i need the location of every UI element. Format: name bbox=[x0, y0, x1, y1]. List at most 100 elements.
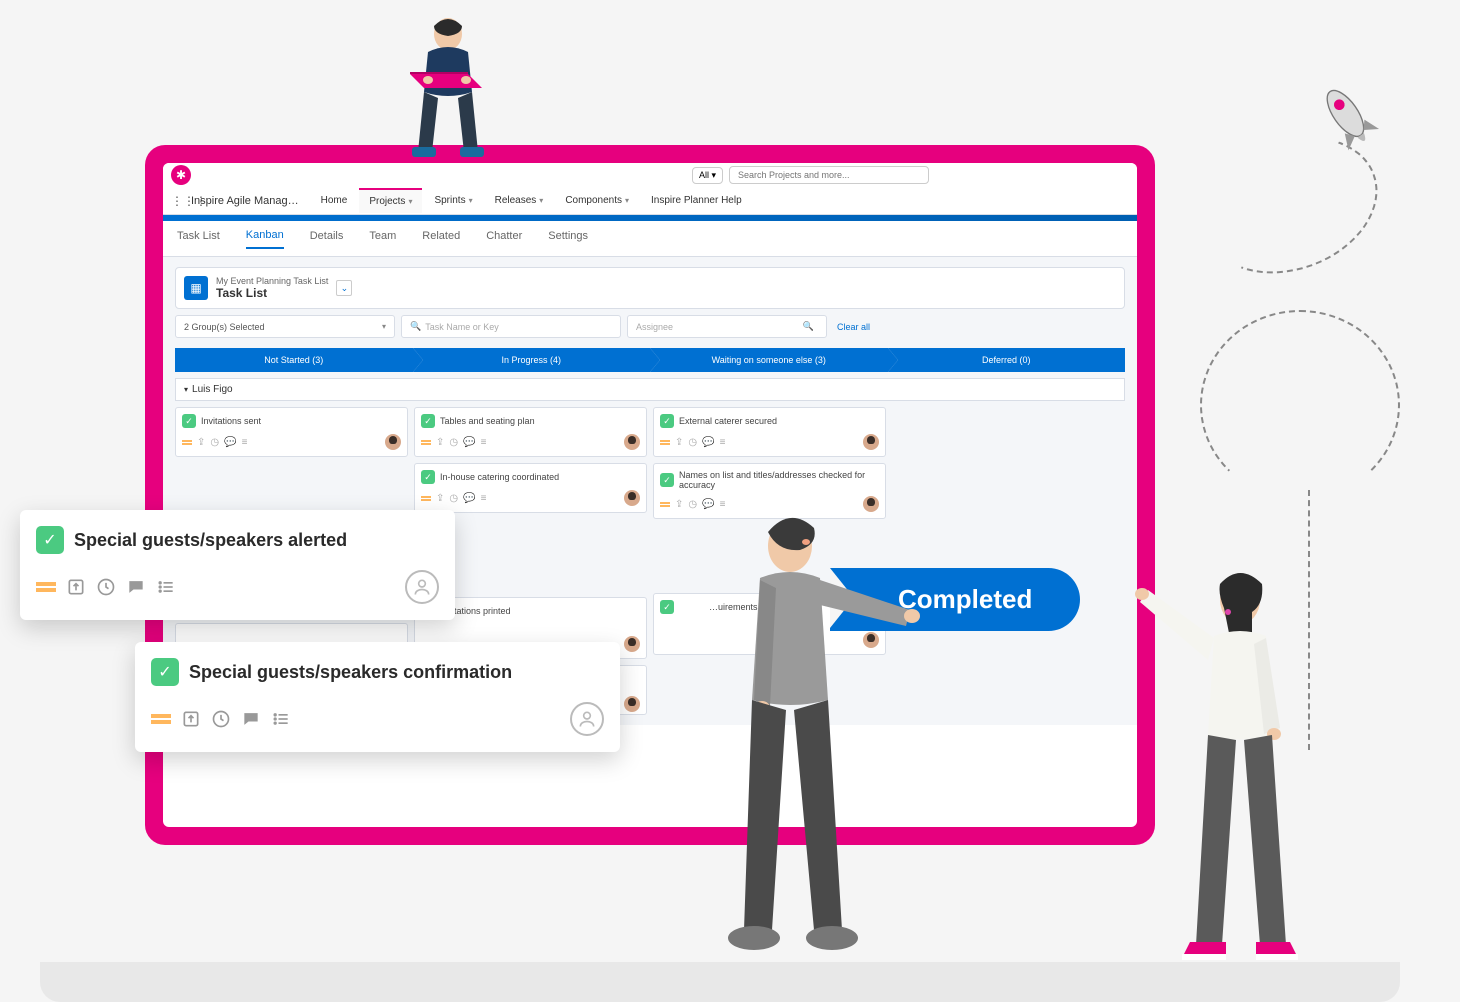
chevron-down-icon: ▾ bbox=[184, 385, 188, 394]
tab-team[interactable]: Team bbox=[369, 230, 396, 248]
avatar bbox=[624, 434, 640, 450]
tab-settings[interactable]: Settings bbox=[548, 230, 588, 248]
trail-lower bbox=[1200, 310, 1400, 500]
brand-bar: ✱ All ▾ bbox=[163, 163, 1137, 187]
priority-icon bbox=[660, 440, 670, 445]
card-title: External caterer secured bbox=[679, 416, 777, 426]
clock-icon: ◷ bbox=[210, 437, 219, 448]
upload-icon: ⇪ bbox=[197, 437, 205, 448]
group-filter-dropdown[interactable]: 2 Group(s) Selected▾ bbox=[175, 315, 395, 338]
card-popout-2[interactable]: ✓ Special guests/speakers confirmation bbox=[135, 642, 620, 752]
card-title: Invitations sent bbox=[201, 416, 261, 426]
card-popout-1[interactable]: ✓Special guests/speakers alerted bbox=[20, 510, 455, 620]
app-name: Inspire Agile Manag… bbox=[191, 195, 299, 207]
filter-row: 2 Group(s) Selected▾ 🔍Task Name or Key A… bbox=[175, 315, 1125, 338]
person-illustration-right bbox=[1130, 560, 1310, 970]
tasklist-title: Task List bbox=[216, 286, 328, 300]
status-not-started[interactable]: Not Started (3) bbox=[175, 348, 413, 372]
nav-help[interactable]: Inspire Planner Help bbox=[641, 189, 752, 212]
clock-icon bbox=[211, 709, 231, 729]
tab-task-list[interactable]: Task List bbox=[177, 230, 220, 248]
kanban-card[interactable]: ✓External caterer secured ⇪◷💬≡ bbox=[653, 407, 886, 457]
avatar-placeholder-icon bbox=[405, 570, 439, 604]
global-search-input[interactable] bbox=[729, 166, 929, 184]
tab-chatter[interactable]: Chatter bbox=[486, 230, 522, 248]
list-icon: ≡ bbox=[481, 437, 487, 448]
check-icon: ✓ bbox=[36, 526, 64, 554]
upload-icon: ⇪ bbox=[436, 493, 444, 504]
check-icon: ✓ bbox=[182, 414, 196, 428]
search-icon: 🔍 bbox=[410, 321, 421, 332]
clock-icon: ◷ bbox=[449, 437, 458, 448]
kanban-card[interactable]: ✓Tables and seating plan ⇪◷💬≡ bbox=[414, 407, 647, 457]
card-title: In-house catering coordinated bbox=[440, 472, 559, 482]
app-nav: ⋮⋮⋮ Inspire Agile Manag… Home Projects▾ … bbox=[163, 187, 1137, 215]
avatar bbox=[863, 434, 879, 450]
person-illustration-top bbox=[380, 12, 510, 162]
card-title: Names on list and titles/addresses check… bbox=[679, 470, 879, 490]
popout-title: Special guests/speakers confirmation bbox=[189, 662, 512, 683]
status-deferred[interactable]: Deferred (0) bbox=[888, 348, 1126, 372]
chat-icon bbox=[241, 709, 261, 729]
task-search-input[interactable]: 🔍Task Name or Key bbox=[401, 315, 621, 338]
tab-related[interactable]: Related bbox=[422, 230, 460, 248]
brand-logo-icon: ✱ bbox=[171, 165, 191, 185]
avatar bbox=[624, 636, 640, 652]
avatar bbox=[624, 696, 640, 712]
upload-icon: ⇪ bbox=[675, 437, 683, 448]
upload-icon bbox=[66, 577, 86, 597]
clear-all-link[interactable]: Clear all bbox=[837, 322, 870, 332]
chat-icon bbox=[126, 577, 146, 597]
rocket-icon bbox=[1310, 80, 1390, 160]
check-icon: ✓ bbox=[660, 414, 674, 428]
avatar bbox=[385, 434, 401, 450]
priority-icon bbox=[151, 714, 171, 724]
search-icon: 🔍 bbox=[803, 321, 814, 332]
app-launcher-icon[interactable]: ⋮⋮⋮ bbox=[171, 194, 185, 208]
assignee-filter[interactable]: Assignee🔍 bbox=[627, 315, 827, 338]
avatar-placeholder-icon bbox=[570, 702, 604, 736]
chevron-down-icon: ▾ bbox=[408, 197, 412, 206]
list-icon: ≡ bbox=[720, 499, 726, 510]
nav-sprints[interactable]: Sprints▾ bbox=[424, 189, 482, 212]
chevron-down-icon: ▾ bbox=[469, 196, 473, 205]
chevron-down-icon: ▾ bbox=[625, 196, 629, 205]
upload-icon bbox=[181, 709, 201, 729]
list-icon bbox=[271, 709, 291, 729]
kanban-card[interactable]: ✓ Invitations sent ⇪ ◷ 💬 ≡ bbox=[175, 407, 408, 457]
check-icon: ✓ bbox=[421, 470, 435, 484]
kanban-card[interactable]: ✓ In-house catering coordinated ⇪ ◷ 💬 ≡ bbox=[414, 463, 647, 513]
nav-projects[interactable]: Projects▾ bbox=[359, 188, 422, 213]
search-filter-dropdown[interactable]: All ▾ bbox=[692, 167, 723, 184]
status-in-progress[interactable]: In Progress (4) bbox=[413, 348, 651, 372]
avatar bbox=[624, 490, 640, 506]
tab-kanban[interactable]: Kanban bbox=[246, 229, 284, 249]
person-illustration-middle bbox=[690, 510, 930, 960]
nav-components[interactable]: Components▾ bbox=[555, 189, 639, 212]
list-icon: ≡ bbox=[242, 437, 248, 448]
check-icon: ✓ bbox=[660, 473, 674, 487]
nav-releases[interactable]: Releases▾ bbox=[485, 189, 554, 212]
tasklist-header: ▦ My Event Planning Task List Task List … bbox=[175, 267, 1125, 309]
nav-home[interactable]: Home bbox=[311, 189, 358, 212]
status-waiting[interactable]: Waiting on someone else (3) bbox=[650, 348, 888, 372]
clock-icon: ◷ bbox=[449, 493, 458, 504]
record-tabs: Task List Kanban Details Team Related Ch… bbox=[163, 221, 1137, 257]
list-icon: ≡ bbox=[481, 493, 487, 504]
check-icon: ✓ bbox=[421, 414, 435, 428]
chat-icon: 💬 bbox=[702, 437, 714, 448]
check-icon: ✓ bbox=[151, 658, 179, 686]
priority-icon bbox=[36, 582, 56, 592]
card-title: Tables and seating plan bbox=[440, 416, 535, 426]
swimlane-header[interactable]: ▾Luis Figo bbox=[175, 378, 1125, 401]
chat-icon: 💬 bbox=[224, 437, 236, 448]
priority-icon bbox=[182, 440, 192, 445]
list-icon bbox=[156, 577, 176, 597]
chat-icon: 💬 bbox=[463, 493, 475, 504]
collapse-button[interactable]: ⌄ bbox=[336, 280, 352, 296]
tab-details[interactable]: Details bbox=[310, 230, 344, 248]
chat-icon: 💬 bbox=[702, 499, 714, 510]
priority-icon bbox=[421, 496, 431, 501]
upload-icon: ⇪ bbox=[675, 499, 683, 510]
clock-icon: ◷ bbox=[688, 499, 697, 510]
